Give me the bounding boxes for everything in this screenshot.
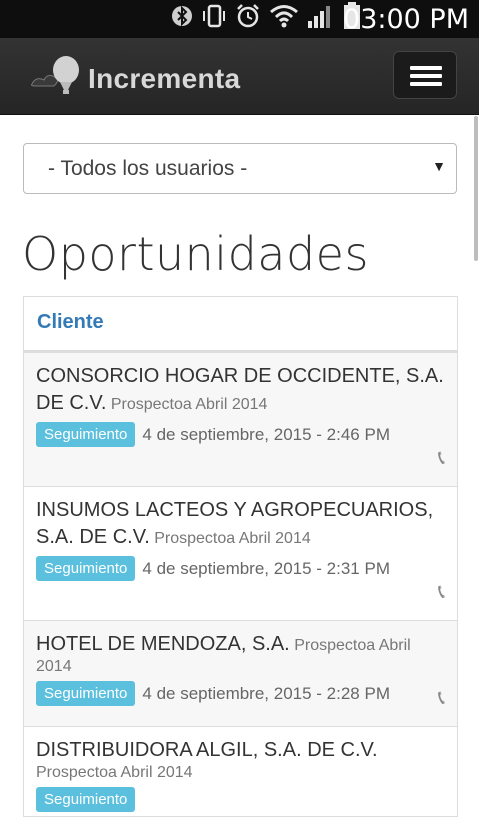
status-badge: Seguimiento [36,422,136,447]
scrollbar[interactable] [474,116,478,261]
alarm-icon [235,3,261,36]
vibrate-icon [201,3,227,36]
row-date: 4 de septiembre, 2015 - 2:46 PM [142,424,390,444]
phone-icon[interactable]: 📞︎ [438,581,445,604]
row-date: 4 de septiembre, 2015 - 2:28 PM [142,683,390,703]
user-filter-value: - Todos los usuarios - [48,157,248,180]
status-time: 03:00 PM [343,4,469,35]
user-filter-select[interactable]: - Todos los usuarios - ▼ [23,143,457,194]
wifi-icon [269,4,299,35]
row-date: 4 de septiembre, 2015 - 2:31 PM [142,558,390,578]
phone-icon[interactable]: 📞︎ [438,687,445,710]
lead-source: Prospectoa Abril 2014 [36,764,193,781]
dropdown-arrow-icon: ▼ [432,158,446,174]
opportunities-table: Cliente CONSORCIO HOGAR DE OCCIDENTE, S.… [23,296,458,817]
brand-name: Incrementa [88,62,241,94]
status-badge: Seguimiento [36,556,136,581]
page-title: Oportunidades [22,227,369,281]
hamburger-icon [410,74,442,78]
balloon-logo-icon [30,56,82,101]
client-name[interactable]: DISTRIBUIDORA ALGIL, S.A. DE C.V. [36,739,378,761]
menu-toggle-button[interactable] [393,51,457,99]
signal-icon [307,3,335,36]
table-row[interactable]: HOTEL DE MENDOZA, S.A. Prospectoa Abril … [24,620,457,726]
phone-icon[interactable]: 📞︎ [438,447,445,470]
column-header-cliente[interactable]: Cliente [37,311,104,334]
table-row[interactable]: INSUMOS LACTEOS Y AGROPECUARIOS, S.A. DE… [24,486,457,620]
brand-logo[interactable]: Incrementa [30,56,240,101]
status-bar: 03:00 PM [0,0,479,38]
navbar: Incrementa [0,38,479,115]
client-name[interactable]: HOTEL DE MENDOZA, S.A. [36,633,290,655]
hamburger-icon [410,66,442,70]
bluetooth-icon [171,3,193,36]
lead-source: Prospectoa Abril 2014 [154,530,311,547]
status-badge: Seguimiento [36,681,136,706]
hamburger-icon [410,82,442,86]
table-row[interactable]: CONSORCIO HOGAR DE OCCIDENTE, S.A. DE C.… [24,352,457,486]
status-icons [171,1,361,36]
lead-source: Prospectoa Abril 2014 [110,396,268,413]
table-row[interactable]: DISTRIBUIDORA ALGIL, S.A. DE C.V. Prospe… [24,726,457,816]
table-header: Cliente [24,297,457,352]
status-badge: Seguimiento [36,787,136,812]
